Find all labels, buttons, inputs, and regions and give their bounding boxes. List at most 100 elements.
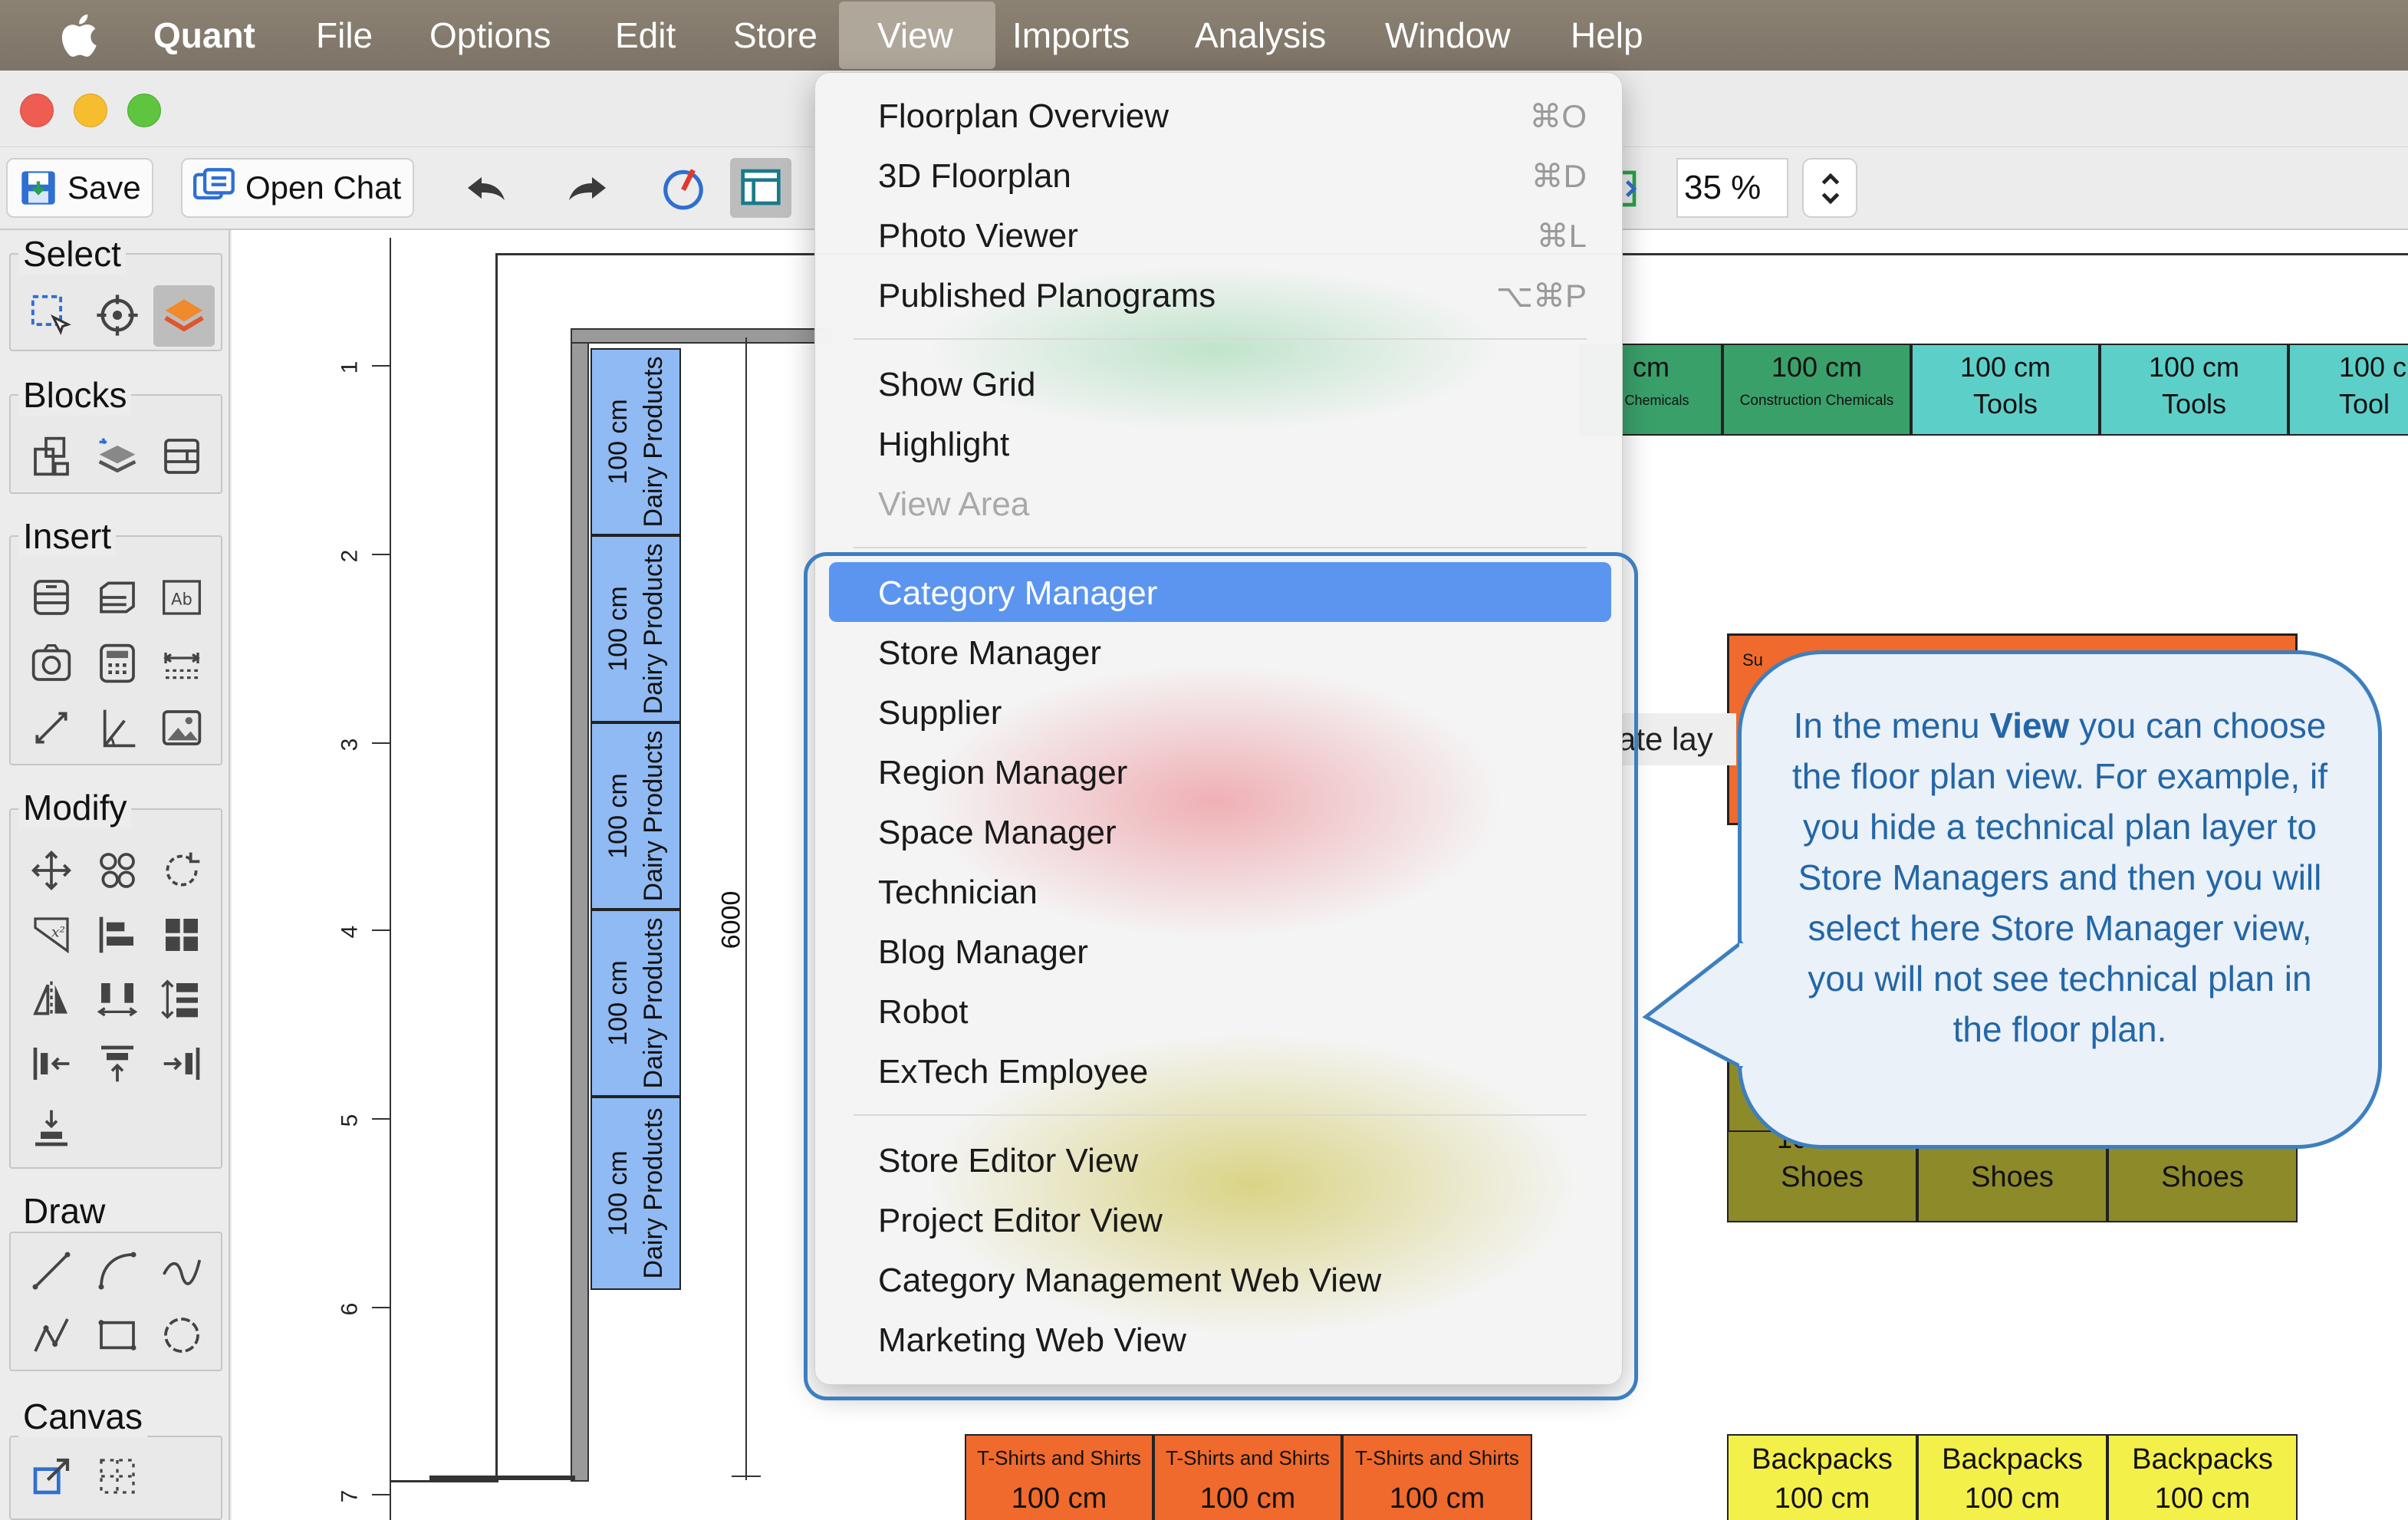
ruler-label: 4: [337, 925, 363, 939]
snap-bottom-icon[interactable]: [28, 1104, 75, 1152]
spacing-icon[interactable]: [158, 975, 206, 1023]
menu-analysis[interactable]: Analysis: [1195, 0, 1326, 71]
block-size: 100 cm: [1389, 1482, 1485, 1515]
menu-file[interactable]: File: [316, 0, 373, 71]
backpacks-block[interactable]: Backpacks 100 cm: [1727, 1434, 1917, 1520]
dairy-block[interactable]: 100 cm Dairy Products: [590, 535, 681, 722]
block-category: Backpacks: [1942, 1443, 2083, 1476]
zoom-field[interactable]: 35 %: [1676, 158, 1788, 218]
draw-arc-icon[interactable]: [94, 1247, 141, 1295]
insert-image-icon[interactable]: [158, 704, 206, 752]
tshirts-block[interactable]: T-Shirts and Shirts 100 cm: [1342, 1434, 1532, 1520]
apple-icon[interactable]: [55, 11, 100, 60]
callout-text: you can choose the floor plan view. For …: [1792, 706, 2327, 1049]
grid-layout-icon[interactable]: [158, 911, 206, 959]
rotate-icon[interactable]: [158, 847, 206, 894]
canvas-resize-icon[interactable]: [28, 1453, 75, 1500]
vertical-ruler: [390, 238, 391, 1520]
menu-item-shortcut: ⌘L: [1536, 218, 1587, 254]
open-chat-button[interactable]: Open Chat: [181, 158, 414, 218]
insert-dimension-icon[interactable]: [158, 640, 206, 687]
zoom-stepper[interactable]: [1802, 158, 1857, 218]
mirror-icon[interactable]: [28, 975, 75, 1023]
block-category: T-Shirts and Shirts: [977, 1446, 1141, 1469]
menu-item-show-grid[interactable]: Show Grid: [815, 355, 1622, 415]
menu-item-floorplan-overview[interactable]: Floorplan Overview ⌘O: [815, 87, 1622, 146]
move-icon[interactable]: [28, 847, 75, 894]
align-left-icon[interactable]: [94, 911, 141, 959]
menu-window[interactable]: Window: [1385, 0, 1511, 71]
block-stack-icon[interactable]: [94, 433, 141, 480]
menu-help[interactable]: Help: [1571, 0, 1643, 71]
dairy-block[interactable]: 100 cm Dairy Products: [590, 1097, 681, 1290]
distribute-icon[interactable]: [94, 975, 141, 1023]
menu-options[interactable]: Options: [429, 0, 551, 71]
dairy-block[interactable]: 100 cm Dairy Products: [590, 722, 681, 910]
tools-block[interactable]: 100 c Tool: [2288, 344, 2408, 436]
construction-chemicals-block[interactable]: 100 cm Construction Chemicals: [1722, 344, 1911, 436]
insert-line-icon[interactable]: [28, 704, 75, 752]
draw-polyline-icon[interactable]: [28, 1311, 75, 1359]
backpacks-block[interactable]: Backpacks 100 cm: [1917, 1434, 2107, 1520]
snap-right-icon[interactable]: [158, 1040, 206, 1087]
menu-item-highlight[interactable]: Highlight: [815, 415, 1622, 475]
layout-view-button[interactable]: [730, 158, 791, 218]
wall: [571, 328, 831, 344]
block-category: Backpacks: [2132, 1443, 2273, 1476]
tools-block[interactable]: 100 cm Tools: [2100, 344, 2288, 436]
block-category: Dairy Products: [639, 730, 668, 902]
insert-text-icon[interactable]: Ab: [158, 574, 206, 621]
menu-view[interactable]: View: [877, 0, 953, 71]
ruler-label: 6: [337, 1302, 363, 1316]
rotate-tool-icon[interactable]: [660, 164, 707, 212]
block-shelf-icon[interactable]: [158, 433, 206, 480]
minimize-window-button[interactable]: [74, 94, 107, 127]
undo-icon[interactable]: [463, 169, 512, 207]
draw-line-icon[interactable]: [28, 1247, 75, 1295]
draw-rectangle-icon[interactable]: [94, 1311, 141, 1359]
block-size: 100 cm: [2148, 351, 2240, 383]
block-size: 100 cm: [604, 1150, 633, 1236]
dimension-cap: [732, 1476, 761, 1477]
formula-icon[interactable]: x²: [28, 911, 75, 959]
menu-item-label: Photo Viewer: [878, 217, 1078, 255]
app-name[interactable]: Quant: [153, 0, 255, 71]
layer-select-icon[interactable]: [153, 285, 215, 347]
menu-item-3d-floorplan[interactable]: 3D Floorplan ⌘D: [815, 146, 1622, 206]
dairy-block[interactable]: 100 cm Dairy Products: [590, 348, 681, 535]
insert-shelf-icon[interactable]: [28, 574, 75, 621]
group-icon[interactable]: [94, 847, 141, 894]
block-size: 100 cm: [1771, 351, 1863, 383]
redo-icon[interactable]: [561, 169, 610, 207]
menu-item-photo-viewer[interactable]: Photo Viewer ⌘L: [815, 206, 1622, 266]
snap-top-icon[interactable]: [94, 1040, 141, 1087]
target-select-icon[interactable]: [94, 291, 141, 339]
insert-gondola-icon[interactable]: [94, 574, 141, 621]
menu-item-published-planograms[interactable]: Published Planograms ⌥⌘P: [815, 266, 1622, 326]
block-rack-icon[interactable]: [28, 433, 75, 480]
menu-store[interactable]: Store: [733, 0, 817, 71]
save-button[interactable]: Save: [6, 158, 153, 218]
draw-circle-icon[interactable]: [158, 1311, 206, 1359]
marquee-select-icon[interactable]: [28, 291, 75, 339]
block-category: Tools: [2161, 388, 2227, 419]
tshirts-block[interactable]: T-Shirts and Shirts 100 cm: [1153, 1434, 1342, 1520]
tools-block[interactable]: 100 cm Tools: [1911, 344, 2100, 436]
snap-left-icon[interactable]: [28, 1040, 75, 1087]
menu-bar: Quant File Options Edit Store View Impor…: [0, 0, 2408, 71]
zoom-window-button[interactable]: [127, 94, 161, 127]
insert-photo-icon[interactable]: [28, 640, 75, 687]
ruler-label: 7: [337, 1489, 363, 1503]
menu-imports[interactable]: Imports: [1012, 0, 1130, 71]
save-icon: [21, 171, 55, 205]
insert-angle-icon[interactable]: [94, 704, 141, 752]
dairy-block[interactable]: 100 cm Dairy Products: [590, 910, 681, 1097]
backpacks-block[interactable]: Backpacks 100 cm: [2107, 1434, 2298, 1520]
block-category: Dairy Products: [639, 1107, 668, 1279]
draw-curve-icon[interactable]: [158, 1247, 206, 1295]
canvas-grid-icon[interactable]: [94, 1453, 141, 1500]
close-window-button[interactable]: [20, 94, 54, 127]
tshirts-block[interactable]: T-Shirts and Shirts 100 cm: [965, 1434, 1153, 1520]
insert-calculator-icon[interactable]: [94, 640, 141, 687]
menu-edit[interactable]: Edit: [615, 0, 676, 71]
